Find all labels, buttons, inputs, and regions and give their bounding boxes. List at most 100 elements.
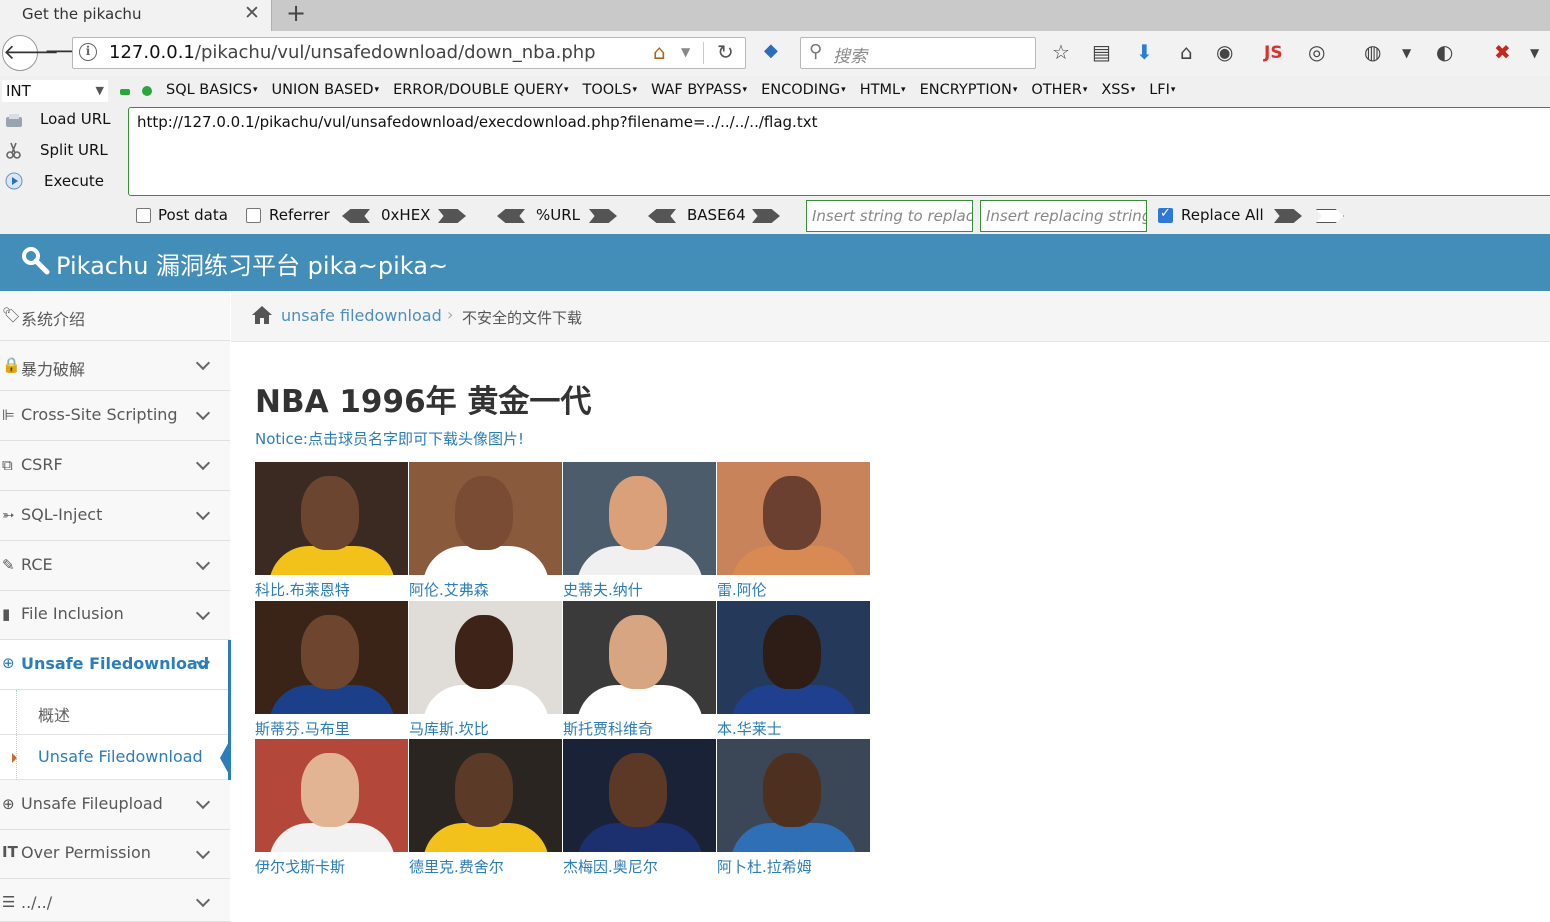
replace-arrow-icon[interactable] [1274, 209, 1302, 223]
player-download-link[interactable]: 德里克.费舍尔 [409, 856, 504, 877]
execute-button[interactable]: Execute [44, 172, 104, 190]
download-icon[interactable]: ⬇ [1136, 40, 1153, 64]
menu-tools[interactable]: TOOLS [582, 82, 637, 98]
base64-encode-arrow-icon[interactable] [752, 209, 780, 223]
star-icon[interactable]: ☆ [1052, 40, 1070, 64]
hex-encode-arrow-icon[interactable] [438, 209, 466, 223]
type-select[interactable]: INT ▼ [2, 80, 108, 102]
player-download-link[interactable]: 雷.阿伦 [717, 579, 767, 600]
menu-other[interactable]: OTHER [1031, 82, 1087, 98]
sidebar-item-xss[interactable]: ⊫ Cross-Site Scripting [0, 391, 230, 441]
player-download-link[interactable]: 斯蒂芬.马布里 [255, 718, 350, 739]
sidebar-item-unsafe-fileupload[interactable]: ⊕ Unsafe Fileupload [0, 780, 230, 830]
home-icon[interactable]: ⌂ [653, 40, 666, 64]
replace-string-input[interactable]: Insert string to replace [806, 200, 973, 232]
scissors-icon[interactable] [4, 142, 24, 160]
player-card: 杰梅因.奥尼尔 [563, 739, 716, 877]
player-download-link[interactable]: 阿伦.艾弗森 [409, 579, 489, 600]
sidebar-subitem-overview[interactable]: 概述 [0, 690, 230, 735]
addon-icon[interactable]: ◎ [1308, 40, 1325, 64]
menu-icon[interactable]: ▼ [1530, 46, 1539, 60]
post-data-checkbox[interactable] [136, 208, 151, 223]
home-icon[interactable] [251, 305, 273, 325]
menu-union-based[interactable]: UNION BASED [272, 82, 380, 98]
player-card: 雷.阿伦 [717, 462, 870, 600]
chevron-down-icon[interactable]: ▼ [681, 45, 690, 59]
player-download-link[interactable]: 史蒂夫.纳什 [563, 579, 643, 600]
replace-next-arrow-icon[interactable] [1316, 209, 1344, 223]
player-download-link[interactable]: 阿卜杜.拉希姆 [717, 856, 812, 877]
hackbar-url-input[interactable]: http://127.0.0.1/pikachu/vul/unsafedownl… [128, 107, 1550, 196]
breadcrumb-link[interactable]: unsafe filedownload [281, 306, 442, 325]
home-icon[interactable]: ⌂ [1180, 40, 1193, 64]
sidebar-item-rce[interactable]: ✎ RCE [0, 541, 230, 591]
green-plus-icon[interactable] [142, 86, 152, 96]
player-download-link[interactable]: 伊尔戈斯卡斯 [255, 856, 345, 877]
sidebar-subitem-unsafe-filedownload[interactable]: Unsafe Filedownload [0, 735, 230, 780]
url-bar[interactable]: i 127.0.0.1/pikachu/vul/unsafedownload/d… [72, 37, 746, 69]
player-download-link[interactable]: 本.华莱士 [717, 718, 782, 739]
load-url-button[interactable]: Load URL [40, 110, 111, 128]
replacing-string-input[interactable]: Insert replacing string [980, 200, 1147, 232]
sidebar-item-file-inclusion[interactable]: ▮ File Inclusion [0, 591, 230, 640]
replace-all-label[interactable]: Replace All [1181, 206, 1264, 224]
sidebar-item-unsafe-filedownload[interactable]: ⊕ Unsafe Filedownload [0, 640, 230, 690]
new-tab-icon[interactable]: + [286, 0, 306, 27]
hackbar-url-value[interactable]: http://127.0.0.1/pikachu/vul/unsafedownl… [137, 113, 817, 131]
sidebar-item-dir-traversal[interactable]: ☰ ../../ [0, 879, 230, 922]
chevron-down-icon[interactable]: ▼ [1402, 46, 1411, 60]
menu-waf-bypass[interactable]: WAF BYPASS [651, 82, 747, 98]
replace-all-checkbox[interactable] [1158, 206, 1173, 223]
sidebar-item-brute-force[interactable]: 🔒 暴力破解 [0, 341, 230, 391]
player-download-link[interactable]: 马库斯.坎比 [409, 718, 489, 739]
url-text[interactable]: 127.0.0.1/pikachu/vul/unsafedownload/dow… [109, 42, 596, 63]
player-download-link[interactable]: 科比.布莱恩特 [255, 579, 350, 600]
menu-lfi[interactable]: LFI [1149, 82, 1175, 98]
sidebar-item-over-permission[interactable]: IT Over Permission [0, 830, 230, 879]
player-card: 斯托贾科维奇 [563, 601, 716, 739]
base64-decode-arrow-icon[interactable] [648, 209, 676, 223]
sidebar-item-intro[interactable]: 🏷 系统介绍 [0, 291, 230, 341]
reading-list-icon[interactable]: ▤ [1092, 40, 1111, 64]
menu-sql-basics[interactable]: SQL BASICS [166, 82, 258, 98]
player-download-link[interactable]: 斯托贾科维奇 [563, 718, 653, 739]
info-icon[interactable]: i [79, 43, 97, 61]
settings-icon[interactable]: ◐ [1436, 40, 1453, 64]
bird-icon[interactable]: ◆ [764, 40, 778, 61]
menu-html[interactable]: HTML [860, 82, 906, 98]
site-title[interactable]: Pikachu 漏洞练习平台 pika~pika~ [56, 246, 448, 281]
sidebar-item-csrf[interactable]: ⧉ CSRF [0, 441, 230, 491]
share-icon: ⧉ [2, 456, 13, 474]
tab-active[interactable]: Get the pikachu ✕ [0, 0, 272, 31]
hex-decode-arrow-icon[interactable] [342, 209, 370, 223]
menu-encoding[interactable]: ENCODING [761, 82, 846, 98]
globe-icon[interactable]: ◉ [1216, 40, 1233, 64]
palette-icon[interactable]: ◍ [1364, 40, 1381, 64]
player-card: 本.华莱士 [717, 601, 870, 739]
close-tab-icon[interactable]: ✕ [244, 2, 260, 24]
search-box[interactable]: ⚲ 搜索 [800, 37, 1036, 69]
referrer-checkbox[interactable] [246, 208, 261, 223]
chevron-down-icon [195, 355, 211, 371]
load-url-icon[interactable] [4, 112, 24, 130]
green-minus-icon[interactable] [120, 89, 130, 95]
player-card: 斯蒂芬.马布里 [255, 601, 408, 739]
js-icon[interactable]: JS [1264, 43, 1283, 63]
cross-tools-icon[interactable]: ✖ [1494, 40, 1511, 64]
sidebar-item-sql-inject[interactable]: ➳ SQL-Inject [0, 491, 230, 541]
referrer-label[interactable]: Referrer [269, 206, 330, 224]
split-url-button[interactable]: Split URL [40, 141, 108, 159]
reload-icon[interactable]: ↻ [717, 40, 734, 64]
menu-xss[interactable]: XSS [1101, 82, 1135, 98]
player-card: 阿卜杜.拉希姆 [717, 739, 870, 877]
player-card: 伊尔戈斯卡斯 [255, 739, 408, 877]
menu-encryption[interactable]: ENCRYPTION [920, 82, 1018, 98]
url-decode-arrow-icon[interactable] [497, 209, 525, 223]
player-download-link[interactable]: 杰梅因.奥尼尔 [563, 856, 658, 877]
menu-error-double-query[interactable]: ERROR/DOUBLE QUERY [393, 82, 568, 98]
post-data-label[interactable]: Post data [158, 206, 228, 224]
site-header: Pikachu 漏洞练习平台 pika~pika~ [0, 234, 1550, 291]
back-arrow-icon[interactable]: 🡐 [2, 35, 59, 71]
url-encode-arrow-icon[interactable] [589, 209, 617, 223]
execute-icon[interactable] [4, 172, 24, 190]
